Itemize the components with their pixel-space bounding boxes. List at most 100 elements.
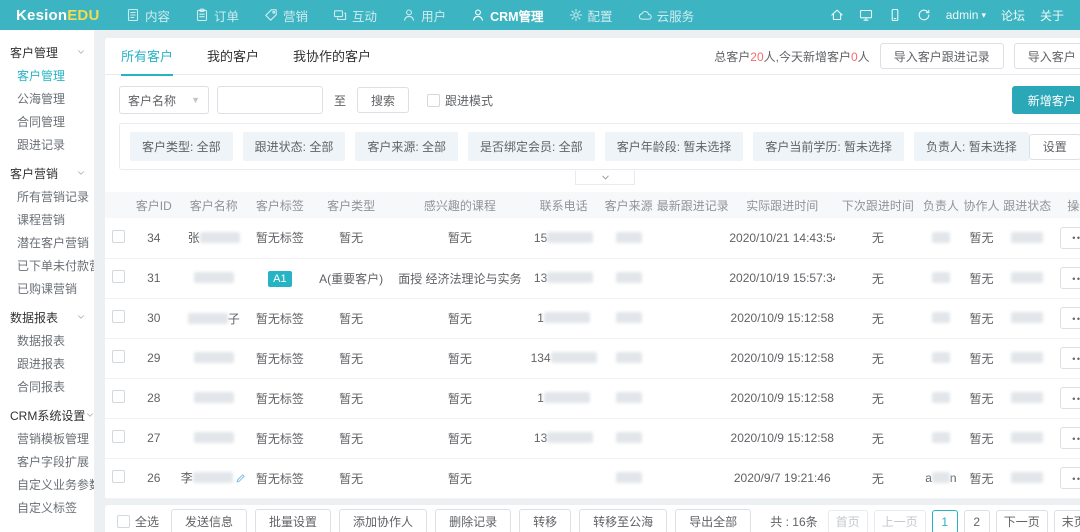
pagination-prev[interactable]: 上一页 <box>873 509 926 532</box>
user-menu[interactable]: admin ▾ <box>946 8 986 22</box>
sidebar-item-data-reports[interactable]: 数据报表 <box>0 330 94 353</box>
tab-assisted-customers[interactable]: 我协作的客户 <box>293 38 371 75</box>
sidebar-item-contract-reports[interactable]: 合同报表 <box>0 376 94 399</box>
follow-mode-checkbox[interactable] <box>427 93 441 107</box>
nav-item-marketing[interactable]: 营销 <box>264 6 308 25</box>
table-row: 30 子 暂无标签 暂无 暂无 1 2020/10/9 15:12:58 无 暂… <box>105 298 1080 339</box>
pagination-first[interactable]: 首页 <box>827 509 868 532</box>
nav-item-content[interactable]: 内容 <box>126 6 170 25</box>
cell-follow-status <box>1001 258 1053 299</box>
cell-course: 暂无 <box>393 338 526 379</box>
sidebar-item-follow-records[interactable]: 跟进记录 <box>0 134 94 157</box>
redacted-text <box>193 272 234 283</box>
nav-item-cloud[interactable]: 云服务 <box>638 6 694 25</box>
row-actions-button[interactable]: ••• <box>1060 307 1080 329</box>
filter-chip-education[interactable]: 客户当前学历: 暂未选择 <box>753 132 905 161</box>
search-row: 客户名称 ▼ 至 搜索 跟进模式 新增客户 <box>105 75 1080 123</box>
sidebar-item-public-pool[interactable]: 公海管理 <box>0 88 94 111</box>
filter-chip-owner[interactable]: 负责人: 暂未选择 <box>914 132 1029 161</box>
home-icon-button[interactable] <box>830 8 844 22</box>
row-actions-button[interactable]: ••• <box>1060 226 1080 249</box>
filter-collapse-button[interactable] <box>575 170 636 185</box>
sidebar-group-label: 客户管理 <box>10 45 59 60</box>
follow-mode-toggle[interactable]: 跟进模式 <box>427 92 493 109</box>
import-follow-records-button[interactable]: 导入客户跟进记录 <box>879 43 1004 69</box>
nav-item-users[interactable]: 用户 <box>402 6 446 25</box>
pagination-page-2[interactable]: 2 <box>963 509 990 532</box>
sidebar-item-customer-field-extension[interactable]: 客户字段扩展 <box>0 451 94 474</box>
ellipsis-icon: ••• <box>1072 233 1080 244</box>
monitor-icon-button[interactable] <box>859 8 873 22</box>
row-actions-button[interactable]: ••• <box>1060 387 1080 409</box>
nav-link-forum[interactable]: 论坛 <box>1001 7 1025 24</box>
row-checkbox[interactable] <box>111 229 125 243</box>
filter-chip-customer-source[interactable]: 客户来源: 全部 <box>355 132 459 161</box>
sidebar-item-customer-mgmt[interactable]: 客户管理 <box>0 65 94 88</box>
row-actions-button[interactable]: ••• <box>1060 427 1080 449</box>
nav-item-interaction[interactable]: 互动 <box>333 6 377 25</box>
select-all-checkbox[interactable] <box>117 515 130 528</box>
transfer-button[interactable]: 转移 <box>519 509 572 532</box>
sidebar-item-follow-reports[interactable]: 跟进报表 <box>0 353 94 376</box>
row-checkbox[interactable] <box>111 310 125 323</box>
cell-source <box>601 218 657 259</box>
nav-item-crm[interactable]: CRM管理 <box>471 6 544 25</box>
add-collaborator-button[interactable]: 添加协作人 <box>339 509 428 532</box>
add-customer-button[interactable]: 新增客户 <box>1011 86 1080 114</box>
pagination-page-1[interactable]: 1 <box>931 509 958 532</box>
row-actions-button[interactable]: ••• <box>1060 267 1080 289</box>
cell-owner <box>920 338 962 379</box>
sidebar-item-unpaid-order-marketing[interactable]: 已下单未付款营销 <box>0 255 94 278</box>
nav-link-about[interactable]: 关于 <box>1040 7 1064 24</box>
sidebar-item-course-marketing[interactable]: 课程营销 <box>0 209 94 232</box>
filter-chip-member-bound[interactable]: 是否绑定会员: 全部 <box>468 132 595 161</box>
search-button[interactable]: 搜索 <box>357 87 410 113</box>
transfer-to-pool-button[interactable]: 转移至公海 <box>579 509 668 532</box>
filter-chip-follow-status[interactable]: 跟进状态: 全部 <box>242 132 346 161</box>
filter-chip-age-range[interactable]: 客户年龄段: 暂未选择 <box>604 132 744 161</box>
cell-course: 暂无 <box>393 418 526 459</box>
tab-my-customers[interactable]: 我的客户 <box>207 38 259 75</box>
row-checkbox[interactable] <box>111 430 125 443</box>
search-keyword-input[interactable] <box>217 86 323 114</box>
sidebar-item-custom-tags[interactable]: 自定义标签 <box>0 497 94 520</box>
pagination-next[interactable]: 下一页 <box>995 509 1048 532</box>
edit-name-button[interactable] <box>235 472 247 487</box>
delete-records-button[interactable]: 删除记录 <box>435 509 512 532</box>
cell-collaborator: 暂无 <box>961 218 1002 259</box>
batch-set-button[interactable]: 批量设置 <box>255 509 332 532</box>
sidebar-item-potential-customer-marketing[interactable]: 潜在客户营销 <box>0 232 94 255</box>
app-logo[interactable]: KesionEDU <box>16 7 112 24</box>
sidebar-item-marketing-template-mgmt[interactable]: 营销模板管理 <box>0 428 94 451</box>
nav-item-orders[interactable]: 订单 <box>195 6 239 25</box>
sidebar-group-crm-settings[interactable]: CRM系统设置 <box>0 402 94 428</box>
mobile-icon-button[interactable] <box>888 8 902 22</box>
sidebar-item-contract-mgmt[interactable]: 合同管理 <box>0 111 94 134</box>
send-message-button[interactable]: 发送信息 <box>171 509 248 532</box>
row-checkbox[interactable] <box>111 350 125 363</box>
filter-section: 客户类型: 全部 跟进状态: 全部 客户来源: 全部 是否绑定会员: 全部 客户年龄段:… <box>105 123 1080 185</box>
row-checkbox[interactable] <box>111 390 125 403</box>
sidebar-group-customer-mgmt[interactable]: 客户管理 <box>0 39 94 65</box>
import-customers-button[interactable]: 导入客户 <box>1013 43 1080 69</box>
filter-settings-button[interactable]: 设置 <box>1028 133 1080 160</box>
select-all-toggle[interactable]: 全选 <box>117 513 159 530</box>
customer-field-select[interactable]: 客户名称 ▼ <box>119 86 209 114</box>
sidebar-group-data-reports[interactable]: 数据报表 <box>0 304 94 330</box>
export-all-button[interactable]: 导出全部 <box>675 509 752 532</box>
row-checkbox[interactable] <box>111 470 125 483</box>
sidebar-item-purchased-course-marketing[interactable]: 已购课营销 <box>0 278 94 301</box>
tab-all-customers[interactable]: 所有客户 <box>121 38 174 76</box>
sidebar-group-customer-marketing[interactable]: 客户营销 <box>0 160 94 186</box>
filter-chip-customer-type[interactable]: 客户类型: 全部 <box>130 132 233 161</box>
row-actions-button[interactable]: ••• <box>1060 347 1080 369</box>
refresh-icon-button[interactable] <box>917 8 931 22</box>
sidebar-item-all-marketing-records[interactable]: 所有营销记录 <box>0 186 94 209</box>
row-checkbox[interactable] <box>111 270 125 283</box>
sidebar-item-custom-business-params[interactable]: 自定义业务参数 <box>0 474 94 497</box>
nav-item-config[interactable]: 配置 <box>569 6 613 25</box>
stats-text: 人 <box>857 49 870 64</box>
row-actions-button[interactable]: ••• <box>1060 467 1080 489</box>
cell-collaborator: 暂无 <box>961 258 1002 299</box>
pagination-last[interactable]: 末页 <box>1053 509 1080 532</box>
